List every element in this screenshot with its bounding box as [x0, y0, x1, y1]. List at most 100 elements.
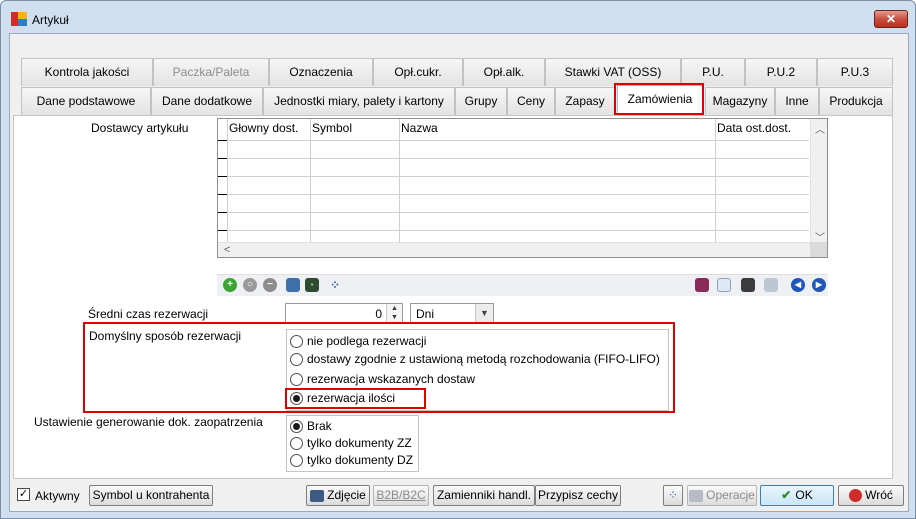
spin-up-icon[interactable]: ▲	[387, 304, 402, 313]
save-icon[interactable]	[741, 278, 755, 292]
tab-magazyny[interactable]: Magazyny	[705, 87, 775, 115]
horizontal-scrollbar[interactable]: <	[218, 242, 810, 257]
tab-inne[interactable]: Inne	[775, 87, 819, 115]
scrollbar-corner	[810, 242, 827, 257]
suppliers-table[interactable]: Głowny dost. Symbol Nazwa Data ost.dost.…	[217, 118, 828, 258]
photo-icon	[310, 489, 325, 502]
photo-button[interactable]: Zdjęcie	[306, 485, 370, 506]
zoom-icon[interactable]: ○	[243, 278, 257, 292]
tab-zapasy[interactable]: Zapasy	[555, 87, 615, 115]
chevron-down-icon[interactable]: ▼	[475, 304, 493, 323]
grid-icon[interactable]: ⁘	[328, 278, 342, 292]
picture-icon[interactable]	[286, 278, 300, 292]
nav-next-icon[interactable]: ▶	[812, 278, 826, 292]
tab-produkcja[interactable]: Produkcja	[819, 87, 893, 115]
row-indicator	[218, 194, 227, 195]
substitutes-button[interactable]: Zamienniki handl.	[433, 485, 535, 506]
tab-dane-dodatkowe[interactable]: Dane dodatkowe	[151, 87, 263, 115]
table-row[interactable]	[218, 140, 809, 141]
gear-icon	[689, 489, 704, 502]
reservation-time-label: Średni czas rezerwacji	[88, 307, 209, 321]
app-icon	[11, 12, 27, 26]
selected-option-highlight	[285, 388, 426, 409]
radio-icon[interactable]	[290, 335, 303, 348]
tab-paczka-paleta: Paczka/Paleta	[153, 58, 269, 86]
tab-dane-podstawowe[interactable]: Dane podstawowe	[21, 87, 151, 115]
row-indicator	[218, 158, 227, 159]
symbol-button[interactable]: Symbol u kontrahenta	[89, 485, 213, 506]
b2b-button: B2B/B2C	[373, 485, 429, 506]
column-header-last-delivery[interactable]: Data ost.dost.	[717, 121, 791, 135]
article-window: Artykuł ✕ Kontrola jakości Paczka/Paleta…	[0, 0, 916, 519]
back-button[interactable]: Wróć	[838, 485, 904, 506]
row-indicator	[218, 230, 227, 231]
grid-col-divider	[310, 119, 311, 242]
table-row[interactable]	[218, 194, 809, 195]
column-header-symbol[interactable]: Symbol	[312, 121, 352, 135]
table-row[interactable]	[218, 212, 809, 213]
reservation-time-stepper[interactable]: ▲ ▼	[386, 304, 402, 323]
column-header-name[interactable]: Nazwa	[401, 121, 438, 135]
radio-icon[interactable]	[290, 437, 303, 450]
tab-opl-cukr[interactable]: Opł.cukr.	[373, 58, 463, 86]
checkmark-icon: ✓	[18, 488, 29, 500]
book-icon[interactable]	[695, 278, 709, 292]
supply-docs-label: Ustawienie generowanie dok. zaopatrzenia	[34, 415, 263, 429]
active-label: Aktywny	[35, 489, 80, 503]
window-title: Artykuł	[32, 13, 69, 27]
tab-kontrola-jakosci[interactable]: Kontrola jakości	[21, 58, 153, 86]
tab-opl-alk[interactable]: Opł.alk.	[463, 58, 545, 86]
close-icon: ✕	[885, 12, 897, 26]
document-icon[interactable]	[717, 278, 731, 292]
reservation-time-value: 0	[375, 307, 382, 321]
tab-jednostki-miary[interactable]: Jednostki miary, palety i kartony	[263, 87, 455, 115]
grid-icon: ⁘	[667, 488, 679, 502]
reservation-unit-value: Dni	[416, 307, 435, 321]
assign-features-button[interactable]: Przypisz cechy	[535, 485, 621, 506]
tab-oznaczenia[interactable]: Oznaczenia	[269, 58, 373, 86]
terminal-icon[interactable]: ▪	[305, 278, 319, 292]
spin-down-icon[interactable]: ▼	[387, 313, 402, 322]
add-icon[interactable]: +	[223, 278, 237, 292]
column-header-main-supplier[interactable]: Głowny dost.	[229, 121, 298, 135]
reservation-unit-select[interactable]: Dni ▼	[410, 303, 494, 324]
grid-col-divider	[715, 119, 716, 242]
active-checkbox[interactable]: ✓	[17, 488, 30, 501]
tab-stawki-vat[interactable]: Stawki VAT (OSS)	[545, 58, 681, 86]
scroll-up-icon[interactable]: ︿	[815, 121, 825, 136]
title-bar[interactable]: Artykuł ✕	[1, 1, 915, 35]
radio-selected-icon[interactable]	[290, 420, 303, 433]
table-row[interactable]	[218, 176, 809, 177]
table-row[interactable]	[218, 158, 809, 159]
copy-icon[interactable]	[764, 278, 778, 292]
check-icon: ✔	[781, 488, 792, 502]
tab-pu2[interactable]: P.U.2	[745, 58, 817, 86]
row-indicator	[218, 212, 227, 213]
suppliers-toolbar: + ○ − ▪ ⁘ ◀ ▶	[217, 274, 828, 296]
tab-pu3[interactable]: P.U.3	[817, 58, 893, 86]
supply-docs-group: Brak tylko dokumenty ZZ tylko dokumenty …	[286, 415, 419, 472]
table-row[interactable]	[218, 230, 809, 231]
row-indicator	[218, 140, 227, 141]
tab-grupy[interactable]: Grupy	[455, 87, 507, 115]
suppliers-label: Dostawcy artykułu	[91, 121, 189, 135]
radio-icon[interactable]	[290, 373, 303, 386]
operations-button: Operacje	[687, 485, 757, 506]
selected-tab-highlight	[614, 83, 704, 115]
grid-col-divider	[399, 119, 400, 242]
vertical-scrollbar[interactable]: ︿ ﹀	[810, 119, 827, 244]
tab-ceny[interactable]: Ceny	[507, 87, 555, 115]
scroll-left-icon[interactable]: <	[224, 244, 230, 256]
close-button[interactable]: ✕	[874, 10, 908, 28]
ok-button[interactable]: ✔ OK	[760, 485, 834, 506]
radio-icon[interactable]	[290, 353, 303, 366]
default-reservation-label: Domyślny sposób rezerwacji	[89, 329, 242, 343]
grid-button[interactable]: ⁘	[663, 485, 683, 506]
tab-pu[interactable]: P.U.	[681, 58, 745, 86]
radio-icon[interactable]	[290, 454, 303, 467]
remove-icon[interactable]: −	[263, 278, 277, 292]
row-indicator	[218, 176, 227, 177]
nav-prev-icon[interactable]: ◀	[791, 278, 805, 292]
cancel-icon	[849, 489, 863, 503]
reservation-time-input[interactable]: 0 ▲ ▼	[285, 303, 403, 324]
